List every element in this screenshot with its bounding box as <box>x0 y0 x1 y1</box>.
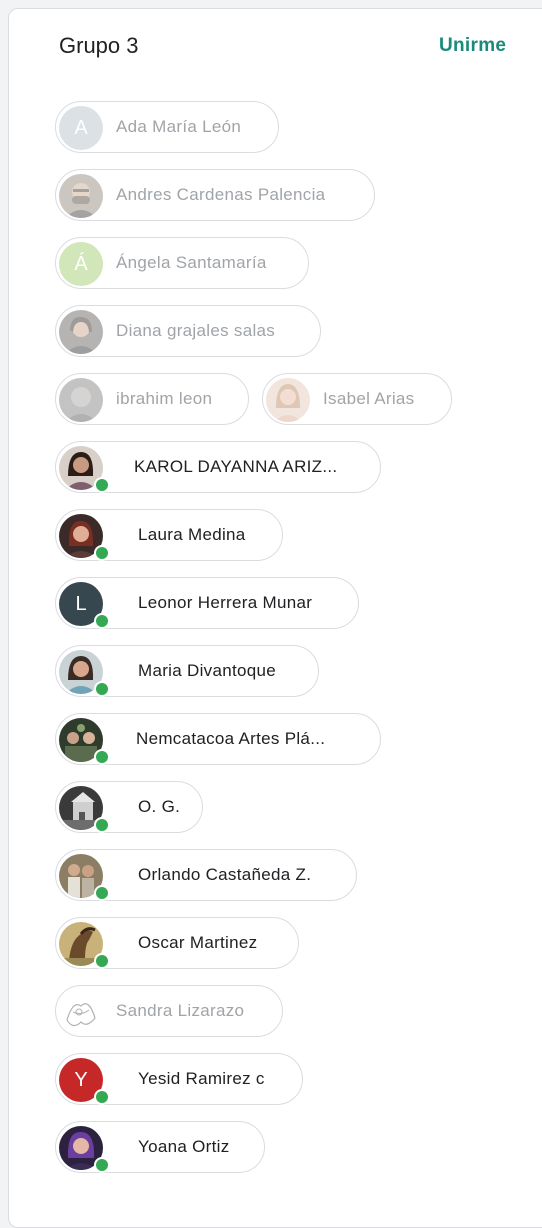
drawing-icon <box>59 990 103 1034</box>
participant-name: Nemcatacoa Artes Plá... <box>136 729 326 748</box>
online-status-indicator <box>94 1089 110 1105</box>
photo-man-beard-icon <box>59 174 103 218</box>
participant-name: Yoana Ortiz <box>138 1137 230 1156</box>
participant-chip[interactable]: Laura Medina <box>55 509 283 561</box>
avatar-initial: A <box>74 116 88 139</box>
participant-name: Ada María León <box>116 117 242 136</box>
group-header: Grupo 3 Unirme <box>9 9 542 87</box>
photo-woman-blonde-icon <box>266 378 310 422</box>
participant-chip[interactable]: Y Yesid Ramirez c <box>55 1053 303 1105</box>
participant-chip[interactable]: A Ada María León <box>55 101 279 153</box>
participant-chip[interactable]: Isabel Arias <box>262 373 452 425</box>
avatar-letter-icon: Á <box>59 242 103 286</box>
participant-name: Andres Cardenas Palencia <box>116 185 326 204</box>
participant-chip[interactable]: Andres Cardenas Palencia <box>55 169 375 221</box>
participant-chip[interactable]: Orlando Castañeda Z. <box>55 849 357 901</box>
participant-name: Orlando Castañeda Z. <box>138 865 312 884</box>
avatar-letter-icon: A <box>59 106 103 150</box>
avatar-initial: Y <box>74 1068 88 1091</box>
participant-chip[interactable]: Nemcatacoa Artes Plá... <box>55 713 381 765</box>
participant-chip[interactable]: KAROL DAYANNA ARIZ... <box>55 441 381 493</box>
online-status-indicator <box>94 749 110 765</box>
group-card: Grupo 3 Unirme A Ada María León Andres C… <box>8 8 542 1228</box>
online-status-indicator <box>94 477 110 493</box>
participant-name: Leonor Herrera Munar <box>138 593 313 612</box>
participant-name: Oscar Martinez <box>138 933 258 952</box>
participant-chip[interactable]: Yoana Ortiz <box>55 1121 265 1173</box>
photo-woman-icon <box>59 310 103 354</box>
participant-chip[interactable]: Oscar Martinez <box>55 917 299 969</box>
online-status-indicator <box>94 545 110 561</box>
participant-name: KAROL DAYANNA ARIZ... <box>134 457 338 476</box>
participant-name: Laura Medina <box>138 525 246 544</box>
participant-chip[interactable]: Maria Divantoque <box>55 645 319 697</box>
participant-chip[interactable]: O. G. <box>55 781 203 833</box>
participant-name: ibrahim leon <box>116 389 213 408</box>
participant-chip[interactable]: Sandra Lizarazo <box>55 985 283 1037</box>
participant-name: Isabel Arias <box>323 389 415 408</box>
avatar-initial: L <box>75 592 87 615</box>
online-status-indicator <box>94 613 110 629</box>
group-title: Grupo 3 <box>59 33 139 58</box>
online-status-indicator <box>94 885 110 901</box>
join-button[interactable]: Unirme <box>439 35 506 57</box>
participant-name: Sandra Lizarazo <box>116 1001 245 1020</box>
online-status-indicator <box>94 817 110 833</box>
participant-chip[interactable]: Diana grajales salas <box>55 305 321 357</box>
participant-name: O. G. <box>138 797 181 816</box>
participant-name: Maria Divantoque <box>138 661 277 680</box>
online-status-indicator <box>94 953 110 969</box>
participant-chip[interactable]: ibrahim leon <box>55 373 249 425</box>
photo-grey-icon <box>59 378 103 422</box>
avatar-initial: Á <box>74 252 88 275</box>
participant-name: Diana grajales salas <box>116 321 276 340</box>
participant-chip[interactable]: Á Ángela Santamaría <box>55 237 309 289</box>
participant-name: Ángela Santamaría <box>116 253 267 272</box>
online-status-indicator <box>94 1157 110 1173</box>
online-status-indicator <box>94 681 110 697</box>
participant-chip[interactable]: L Leonor Herrera Munar <box>55 577 359 629</box>
participant-name: Yesid Ramirez c <box>138 1069 265 1088</box>
